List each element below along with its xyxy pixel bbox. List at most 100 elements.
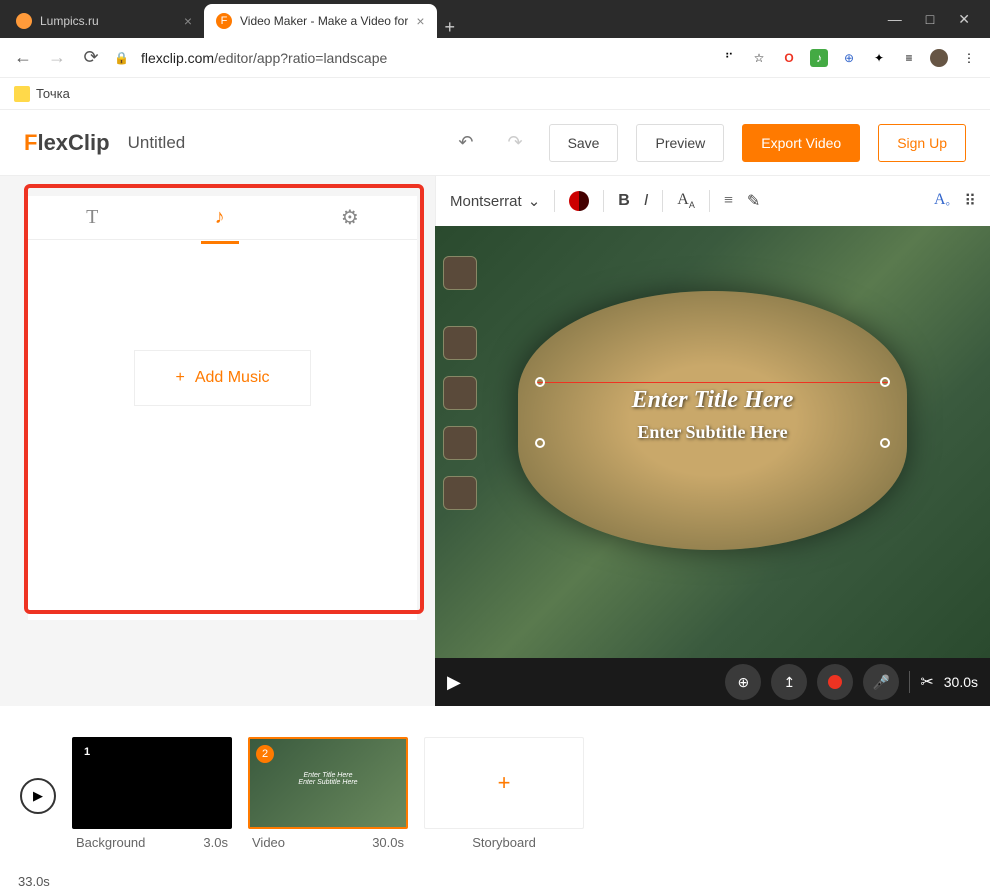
player-card (443, 376, 477, 410)
translate-icon[interactable]: ⠋ (720, 49, 738, 67)
font-selector[interactable]: Montserrat ⌄ (450, 192, 540, 210)
music-ext-icon[interactable]: ♪ (810, 49, 828, 67)
player-card (443, 476, 477, 510)
save-button[interactable]: Save (549, 124, 619, 162)
star-icon[interactable]: ☆ (750, 49, 768, 67)
clip-duration: 30.0s (944, 674, 978, 690)
left-panel: T ♪ ⚙ + Add Music (0, 176, 435, 706)
text-color-picker[interactable] (569, 191, 589, 211)
bold-button[interactable]: B (618, 192, 630, 210)
preview-panel: Montserrat ⌄ B I AA ≡ ✎ A◦ ⠿ (435, 176, 990, 706)
text-style-button[interactable]: A◦ (934, 191, 950, 211)
subtitle-text[interactable]: Enter Subtitle Here (535, 422, 890, 443)
text-toolbar: Montserrat ⌄ B I AA ≡ ✎ A◦ ⠿ (435, 176, 990, 226)
list-ext-icon[interactable]: ≡ (900, 49, 918, 67)
folder-icon (14, 86, 30, 102)
bookmark-item[interactable]: Точка (36, 86, 70, 101)
timeline-clip[interactable]: 2 Enter Title Here Enter Subtitle Here V… (248, 737, 408, 856)
player-card (443, 326, 477, 360)
close-window-icon[interactable]: ✕ (958, 11, 970, 28)
clip-number: 1 (78, 743, 96, 761)
new-tab-button[interactable]: + (445, 17, 456, 38)
plus-icon: + (175, 369, 184, 387)
tab-label: Lumpics.ru (40, 14, 176, 28)
address-bar: ← → ⟳ 🔒 flexclip.com/editor/app?ratio=la… (0, 38, 990, 78)
resize-handle[interactable] (880, 438, 890, 448)
add-label: Storyboard (472, 835, 536, 850)
url-field[interactable]: flexclip.com/editor/app?ratio=landscape (141, 50, 708, 66)
tab-flexclip[interactable]: F Video Maker - Make a Video for × (204, 4, 437, 38)
browser-extensions: ⠋ ☆ O ♪ ⊕ ✦ ≡ ⋮ (720, 49, 978, 67)
favicon-icon: F (216, 13, 232, 29)
app-header: FlexClip Untitled ↶ ↷ Save Preview Expor… (0, 110, 990, 176)
chevron-down-icon: ⌄ (528, 192, 541, 210)
avatar-icon[interactable] (930, 49, 948, 67)
timeline-clip[interactable]: 1 Background 3.0s (72, 737, 232, 856)
tab-music[interactable]: ♪ (191, 200, 249, 235)
grid-icon[interactable]: ⠿ (964, 191, 976, 211)
export-button[interactable]: Export Video (742, 124, 860, 162)
clip-duration: 30.0s (372, 835, 404, 850)
back-button[interactable]: ← (12, 47, 34, 68)
clip-number: 2 (256, 745, 274, 763)
forward-button[interactable]: → (46, 47, 68, 68)
highlight-button[interactable]: ✎ (747, 191, 760, 211)
undo-button[interactable]: ↶ (450, 132, 481, 153)
puzzle-icon[interactable]: ✦ (870, 49, 888, 67)
favicon-icon (16, 13, 32, 29)
reload-button[interactable]: ⟳ (80, 47, 102, 68)
close-icon[interactable]: × (416, 13, 424, 29)
align-button[interactable]: ≡ (724, 192, 733, 210)
playback-controls: ▶ ⊕ ↥ 🎤 ✂ 30.0s (435, 658, 990, 706)
title-text[interactable]: Enter Title Here (535, 387, 890, 414)
player-card (443, 256, 477, 290)
video-preview[interactable]: Enter Title Here Enter Subtitle Here (435, 226, 990, 658)
resize-handle[interactable] (535, 438, 545, 448)
menu-icon[interactable]: ⋮ (960, 49, 978, 67)
flexclip-logo[interactable]: FlexClip (24, 130, 110, 156)
clip-name: Background (76, 835, 145, 850)
clip-name: Video (252, 835, 285, 850)
add-storyboard-button[interactable]: + Storyboard (424, 737, 584, 856)
globe-ext-icon[interactable]: ⊕ (840, 49, 858, 67)
resize-handle[interactable] (880, 377, 890, 387)
play-button[interactable]: ▶ (447, 672, 461, 693)
total-duration: 33.0s (18, 874, 50, 889)
music-panel: + Add Music (28, 240, 417, 620)
mini-overlay: Enter Title Here Enter Subtitle Here (250, 772, 406, 786)
plus-icon: + (498, 770, 511, 796)
trim-button[interactable]: ✂ (920, 672, 933, 692)
opera-icon[interactable]: O (780, 49, 798, 67)
timeline: ▶ 33.0s 1 Background 3.0s 2 Enter Title … (0, 706, 990, 886)
project-title[interactable]: Untitled (128, 133, 186, 153)
signup-button[interactable]: Sign Up (878, 124, 966, 162)
close-icon[interactable]: × (184, 13, 192, 29)
font-size-button[interactable]: AA (677, 191, 695, 210)
add-music-button[interactable]: + Add Music (134, 350, 310, 406)
browser-tabs: Lumpics.ru × F Video Maker - Make a Vide… (4, 0, 872, 38)
record-button[interactable] (817, 664, 853, 700)
minimize-icon[interactable]: — (888, 11, 902, 28)
bookmarks-bar: Точка (0, 78, 990, 110)
left-panel-tabs: T ♪ ⚙ (28, 196, 417, 240)
mic-button[interactable]: 🎤 (863, 664, 899, 700)
player-card (443, 426, 477, 460)
tab-label: Video Maker - Make a Video for (240, 14, 408, 28)
maximize-icon[interactable]: □ (926, 11, 934, 28)
tab-text[interactable]: T (62, 200, 122, 235)
window-controls: — □ ✕ (872, 11, 986, 28)
italic-button[interactable]: I (644, 192, 648, 210)
text-overlay[interactable]: Enter Title Here Enter Subtitle Here (535, 382, 890, 443)
tab-lumpics[interactable]: Lumpics.ru × (4, 4, 204, 38)
editor-main: T ♪ ⚙ + Add Music Montserrat ⌄ B I AA ≡ (0, 176, 990, 706)
web-button[interactable]: ⊕ (725, 664, 761, 700)
lock-icon[interactable]: 🔒 (114, 51, 129, 65)
preview-button[interactable]: Preview (636, 124, 724, 162)
redo-button[interactable]: ↷ (499, 132, 530, 153)
play-all-button[interactable]: ▶ (20, 778, 56, 814)
window-titlebar: Lumpics.ru × F Video Maker - Make a Vide… (0, 0, 990, 38)
tab-settings[interactable]: ⚙ (317, 199, 383, 236)
resize-handle[interactable] (535, 377, 545, 387)
upload-button[interactable]: ↥ (771, 664, 807, 700)
clip-duration: 3.0s (203, 835, 228, 850)
